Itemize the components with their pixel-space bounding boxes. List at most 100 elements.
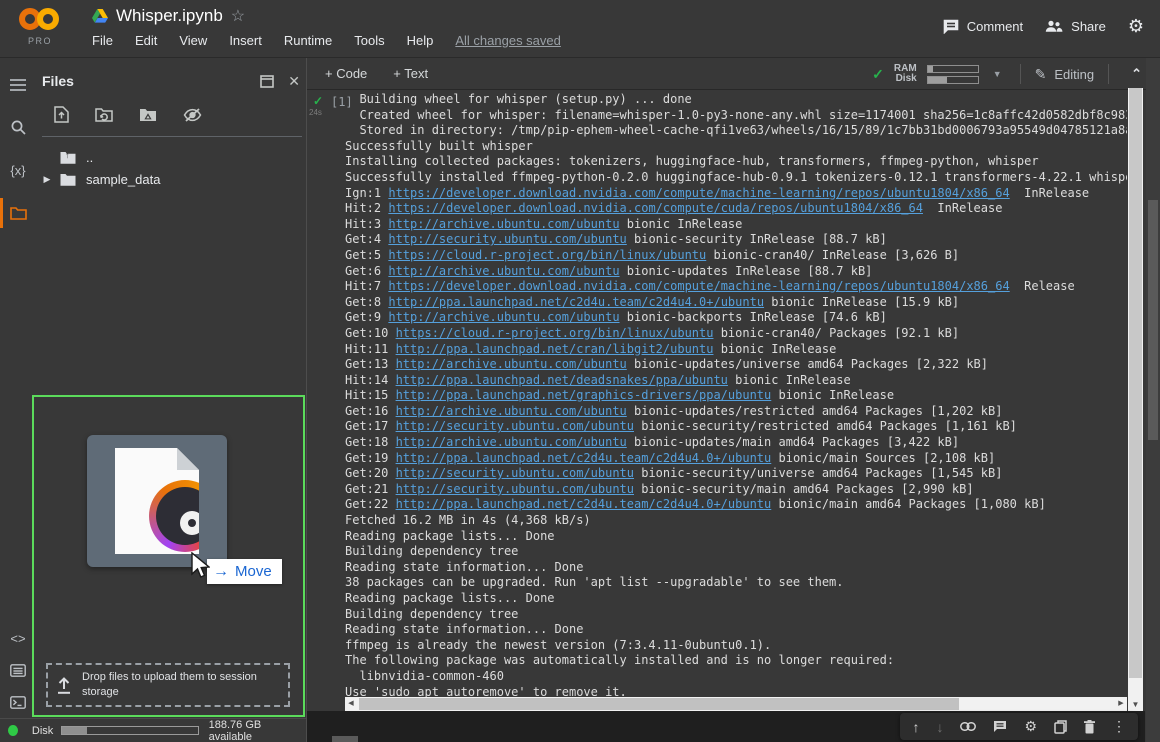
cell-settings-gear-icon[interactable]: ⚙ [1024,718,1037,735]
scroll-left-arrow[interactable]: ◀ [345,697,357,711]
sidebar-footer: Disk 188.76 GB available [0,718,306,742]
console-line: Ign:1 https://developer.download.nvidia.… [345,186,1127,202]
code-snippets-icon[interactable]: <> [0,623,36,653]
resource-usage-bars[interactable] [927,65,979,84]
console-link[interactable]: http://ppa.launchpad.net/graphics-driver… [396,388,772,402]
terminal-icon[interactable] [0,687,36,717]
console-link[interactable]: http://archive.ubuntu.com/ubuntu [396,404,627,418]
resources-dropdown-icon[interactable]: ▼ [989,69,1006,79]
mouse-cursor [190,552,210,580]
folder-icon [60,172,78,186]
notebook-title[interactable]: Whisper.ipynb [116,6,223,26]
console-link[interactable]: https://developer.download.nvidia.com/co… [388,279,1009,293]
console-link[interactable]: https://developer.download.nvidia.com/co… [388,201,923,215]
console-link[interactable]: http://ppa.launchpad.net/c2d4u.team/c2d4… [388,295,764,309]
add-code-button[interactable]: + Code [325,66,367,81]
settings-gear-icon[interactable]: ⚙ [1128,16,1144,37]
console-line: Get:17 http://security.ubuntu.com/ubuntu… [345,419,1127,435]
save-status[interactable]: All changes saved [455,33,561,48]
console-link[interactable]: https://developer.download.nvidia.com/co… [388,186,1009,200]
console-line: Reading package lists... Done [345,529,1127,545]
share-button[interactable]: Share [1045,19,1106,34]
colab-pro-logo[interactable]: PRO [12,7,68,51]
link-to-cell-icon[interactable] [960,722,976,731]
console-line: Get:22 http://ppa.launchpad.net/c2d4u.te… [345,497,1127,513]
search-icon[interactable] [0,112,36,142]
page-scrollbar[interactable] [1146,58,1160,742]
console-line: Hit:3 http://archive.ubuntu.com/ubuntu b… [345,217,1127,233]
menu-file[interactable]: File [92,33,113,48]
output-vertical-scrollbar[interactable]: ▼ [1128,88,1143,712]
vscroll-thumb[interactable] [1129,88,1142,678]
menu-bar: File Edit View Insert Runtime Tools Help All ch… [92,33,561,48]
menu-view[interactable]: View [179,33,207,48]
sidebar-rail: {x} <> [0,58,36,718]
folder-up-icon: ↑ [60,150,78,164]
console-link[interactable]: http://archive.ubuntu.com/ubuntu [388,310,619,324]
menu-help[interactable]: Help [407,33,434,48]
refresh-folder-icon[interactable] [95,106,113,123]
delete-cell-icon[interactable] [1084,720,1095,734]
star-icon[interactable]: ☆ [231,6,245,26]
variables-icon[interactable]: {x} [0,155,36,185]
move-cell-down-icon[interactable]: ↓ [936,719,943,735]
console-link[interactable]: http://ppa.launchpad.net/c2d4u.team/c2d4… [396,497,772,511]
console-link[interactable]: http://security.ubuntu.com/ubuntu [396,482,634,496]
page-scrollbar-thumb[interactable] [1148,200,1158,440]
mirror-cell-icon[interactable] [1054,720,1067,734]
comment-button[interactable]: Comment [943,19,1023,34]
console-line: Get:5 https://cloud.r-project.org/bin/li… [345,248,1127,264]
upload-dropzone[interactable]: → Move [32,395,305,717]
console-link[interactable]: https://cloud.r-project.org/bin/linux/ub… [388,248,706,262]
tree-item-parent-dir[interactable]: ↑ .. [36,146,306,168]
console-link[interactable]: http://archive.ubuntu.com/ubuntu [388,217,619,231]
menu-edit[interactable]: Edit [135,33,157,48]
editing-label: Editing [1054,67,1094,82]
add-text-button[interactable]: + Text [393,66,428,81]
panel-divider [42,136,302,137]
more-actions-icon[interactable]: ⋮ [1112,718,1126,735]
hscroll-thumb[interactable] [359,698,959,710]
expand-chevron-icon[interactable]: ▶ [40,174,54,185]
console-link[interactable]: http://archive.ubuntu.com/ubuntu [388,264,619,278]
move-cell-up-icon[interactable]: ↑ [912,719,919,735]
colab-logo-icon [17,7,63,33]
cell-actions-toolbar: ↑ ↓ ⚙ [900,713,1138,740]
console-link[interactable]: http://security.ubuntu.com/ubuntu [396,419,634,433]
header-actions: Comment Share ⚙ [943,16,1144,37]
add-comment-icon[interactable] [993,720,1007,733]
scroll-down-arrow[interactable]: ▼ [1128,698,1143,711]
close-panel-icon[interactable]: ✕ [288,73,300,90]
files-icon[interactable] [0,198,36,228]
menu-insert[interactable]: Insert [229,33,262,48]
console-line: Get:20 http://security.ubuntu.com/ubuntu… [345,466,1127,482]
scroll-right-arrow[interactable]: ▶ [1115,697,1127,711]
open-in-new-window-icon[interactable] [260,75,274,88]
console-link[interactable]: https://cloud.r-project.org/bin/linux/ub… [396,326,714,340]
console-link[interactable]: http://ppa.launchpad.net/cran/libgit2/ub… [396,342,714,356]
console-line: Building wheel for whisper (setup.py) ..… [345,92,1127,108]
output-horizontal-scrollbar[interactable]: ◀ ▶ [345,697,1127,711]
editing-mode-button[interactable]: ✎ Editing [1035,66,1094,83]
console-line: ffmpeg is already the newest version (7:… [345,638,1127,654]
command-palette-icon[interactable] [0,655,36,685]
disk-available-text: 188.76 GB available [209,719,298,742]
tree-item-sample-data[interactable]: ▶ sample_data [36,168,306,190]
upload-file-icon[interactable] [54,106,69,123]
console-link[interactable]: http://security.ubuntu.com/ubuntu [388,232,626,246]
table-of-contents-icon[interactable] [0,70,36,100]
menu-tools[interactable]: Tools [354,33,384,48]
files-actions-row [54,106,202,123]
disk-label: Disk [32,725,53,737]
console-link[interactable]: http://ppa.launchpad.net/c2d4u.team/c2d4… [396,451,772,465]
console-link[interactable]: http://archive.ubuntu.com/ubuntu [396,357,627,371]
mount-drive-icon[interactable] [139,106,157,123]
cell-output-console[interactable]: Building wheel for whisper (setup.py) ..… [345,90,1127,711]
console-link[interactable]: http://ppa.launchpad.net/deadsnakes/ppa/… [396,373,728,387]
hide-hidden-files-icon[interactable] [183,106,202,123]
console-link[interactable]: http://security.ubuntu.com/ubuntu [396,466,634,480]
menu-runtime[interactable]: Runtime [284,33,332,48]
notebook-toolbar: + Code + Text ✓ RAM Disk ▼ ✎ Editing [307,58,1160,90]
console-link[interactable]: http://archive.ubuntu.com/ubuntu [396,435,627,449]
share-icon [1045,20,1063,33]
